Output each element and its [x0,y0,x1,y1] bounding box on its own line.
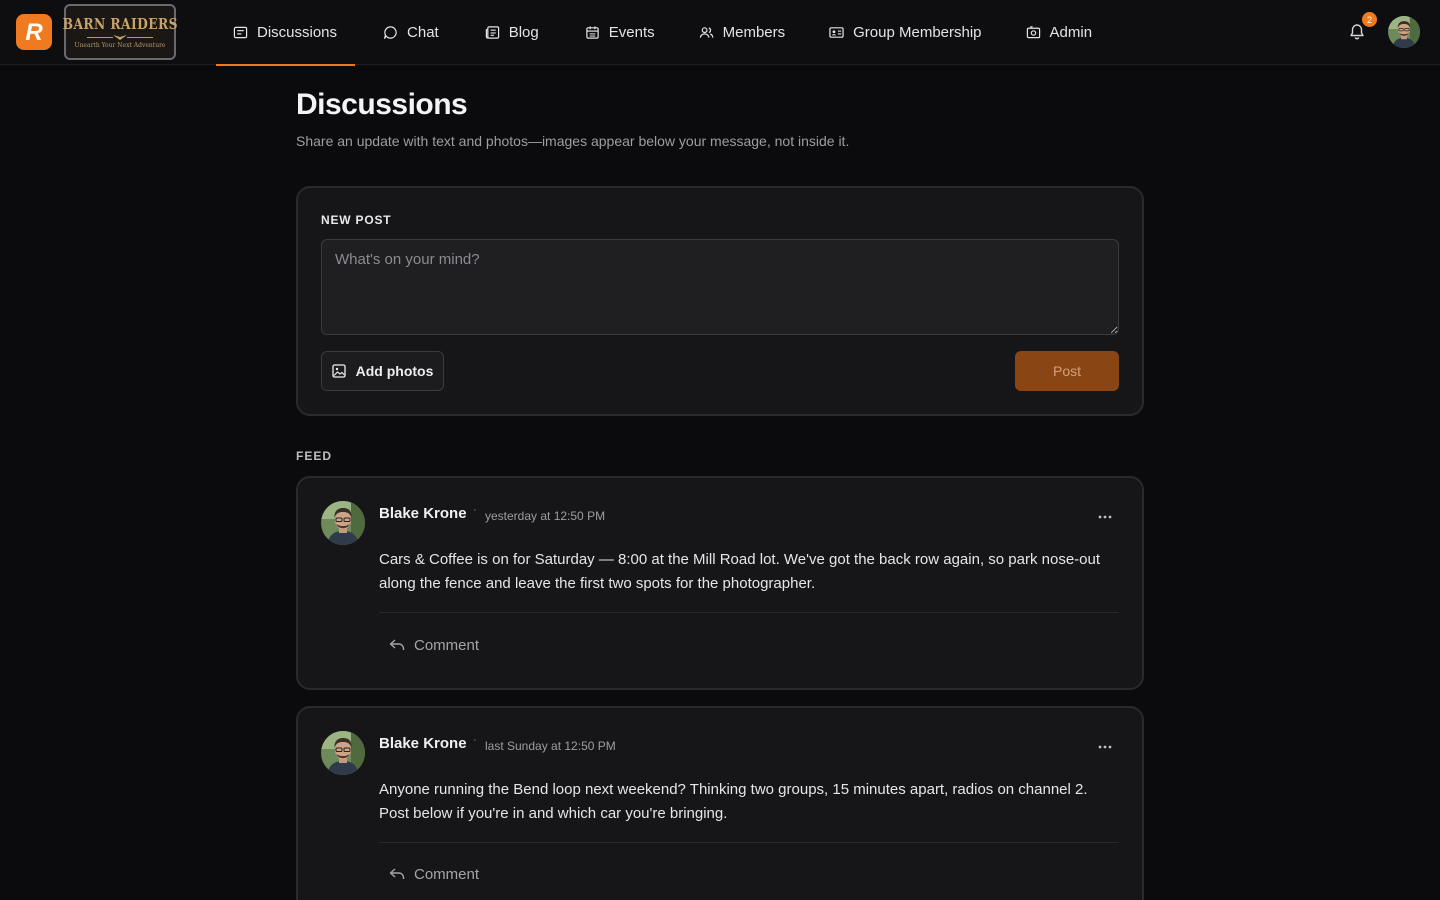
main-nav: Discussions Chat Blog Events Members Gro… [216,0,1111,66]
post-author[interactable]: Blake Krone [379,505,467,522]
nav-label: Members [722,24,786,41]
comment-button[interactable]: Comment [389,630,479,660]
reply-icon [389,868,405,879]
page-subtitle: Share an update with text and photos—ima… [296,133,850,149]
nav-label: Events [608,24,655,41]
new-post-card: NEW POST Add photos Post [296,186,1144,416]
more-options-icon[interactable] [1096,508,1114,526]
post-divider [379,612,1119,613]
nav-label: Group Membership [853,24,982,41]
nav-members[interactable]: Members [681,0,804,65]
chat-icon [384,26,397,39]
post-body: Cars & Coffee is on for Saturday — 8:00 … [379,551,1101,592]
user-avatar[interactable] [1388,16,1420,48]
calendar-icon [586,26,599,39]
comment-button[interactable]: Comment [389,859,479,889]
image-icon [331,364,346,378]
notification-count-badge: 2 [1362,12,1377,27]
post-body: Anyone running the Bend loop next weeken… [379,781,1088,822]
nav-label: Blog [508,24,539,41]
nav-blog[interactable]: Blog [467,0,557,65]
nav-admin[interactable]: Admin [1008,0,1111,65]
post-author[interactable]: Blake Krone [379,735,467,752]
logo-tagline: Unearth Your Next Adventure [74,42,166,49]
r-logo-icon: R [25,19,43,46]
add-photos-button[interactable]: Add photos [321,351,444,391]
nav-events[interactable]: Events [567,0,673,65]
top-navigation-bar: R BARN RAIDERS Unearth Your Next Adventu… [0,0,1440,66]
add-photos-label: Add photos [355,363,434,379]
members-icon [699,27,713,38]
post-button[interactable]: Post [1015,351,1119,391]
nav-label: Admin [1049,24,1093,41]
nav-group-membership[interactable]: Group Membership [811,0,999,65]
nav-discussions[interactable]: Discussions [216,0,356,66]
comment-label: Comment [414,636,480,654]
feed-label: FEED [296,449,333,463]
logo-title: BARN RAIDERS [62,15,178,33]
meta-separator: · [473,734,477,746]
post-divider [379,842,1119,843]
new-post-label: NEW POST [321,213,392,227]
feed-post: Blake Krone · last Sunday at 12:50 PM An… [296,706,1144,900]
discussions-icon [233,26,248,39]
logo-wings-icon [87,35,153,40]
user-photo [1388,16,1420,48]
admin-icon [1026,26,1040,39]
post-timestamp: last Sunday at 12:50 PM [485,739,616,753]
app-logo-icon[interactable]: R [16,14,52,50]
nav-chat[interactable]: Chat [365,0,457,65]
feed-post: Blake Krone · yesterday at 12:50 PM Cars… [296,476,1144,690]
id-card-icon [829,27,844,38]
page-title: Discussions [296,88,468,121]
comment-label: Comment [414,865,480,883]
meta-separator: · [473,504,477,516]
author-avatar[interactable] [321,501,365,545]
nav-label: Chat [407,24,439,41]
author-photo [321,501,365,545]
blog-icon [485,26,499,39]
more-options-icon[interactable] [1096,738,1114,756]
author-avatar[interactable] [321,731,365,775]
barn-raiders-logo[interactable]: BARN RAIDERS Unearth Your Next Adventure [62,4,178,60]
reply-icon [389,639,405,650]
post-timestamp: yesterday at 12:50 PM [485,509,606,523]
author-photo [321,731,365,775]
nav-label: Discussions [257,24,338,41]
svg-text:R: R [25,19,43,46]
new-post-textarea[interactable] [321,239,1119,335]
